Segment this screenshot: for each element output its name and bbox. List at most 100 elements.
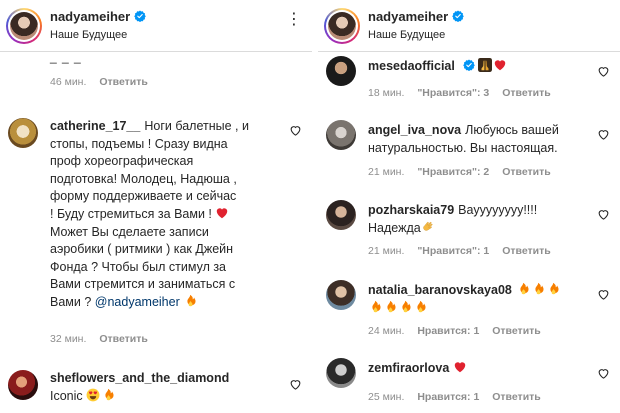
fire-emoji	[383, 300, 397, 314]
profile-avatar[interactable]	[6, 8, 42, 44]
comment-text-line: Ноги балетные , и	[144, 119, 249, 133]
avatar[interactable]	[326, 120, 356, 150]
reply-button[interactable]: Ответить	[502, 245, 551, 257]
comment-body: pozharskaia79 Вауууууууу!!!! Надежда	[368, 202, 588, 237]
comment-text-line: аэробики ( ритмики ) как Джейн	[50, 242, 234, 257]
comment-text-line: стопы, подъемы ! Сразу видна	[50, 136, 228, 151]
likes-count[interactable]: "Нравится": 2	[417, 166, 489, 178]
like-heart-icon[interactable]	[597, 367, 610, 380]
header-subtitle[interactable]: Наше Будущее	[50, 29, 127, 41]
avatar[interactable]	[8, 118, 38, 148]
comment-text-line: форму поддерживаете и сейчас	[50, 189, 237, 204]
comment-time: 24 мин.	[368, 325, 405, 337]
fire-emoji	[368, 300, 382, 314]
comment-time: 21 мин.	[368, 166, 405, 178]
likes-count[interactable]: "Нравится": 3	[417, 87, 489, 99]
like-heart-icon[interactable]	[597, 288, 610, 301]
mention-link[interactable]: @nadyameiher	[95, 295, 180, 309]
reply-button[interactable]: Ответить	[502, 87, 551, 99]
header-username-wrap[interactable]: nadyameiher	[50, 9, 146, 24]
comment-text-line: проф хореографическая	[50, 154, 194, 169]
likes-count[interactable]: Нравится: 1	[417, 391, 479, 403]
verified-badge-icon	[134, 10, 146, 22]
comment-username[interactable]: angel_iva_nova	[368, 123, 461, 137]
comment-text: Надежда	[368, 220, 421, 235]
comment-body: catherine_17__ Ноги балетные , и стопы, п…	[50, 118, 280, 312]
comment-username[interactable]: natalia_baranovskaya08	[368, 283, 512, 297]
heart-eyes-emoji	[86, 388, 100, 402]
comment-meta: 21 мин. "Нравится": 1 Ответить	[368, 245, 561, 257]
comment-text: Вауууууууу!!!!	[458, 203, 538, 217]
header-username[interactable]: nadyameiher	[368, 9, 448, 24]
comment-body: natalia_baranovskaya08	[368, 282, 588, 317]
comment-time: 25 мин.	[368, 391, 405, 403]
avatar[interactable]	[8, 370, 38, 400]
fire-emoji	[183, 294, 197, 308]
profile-avatar[interactable]	[324, 8, 360, 44]
fire-emoji	[531, 282, 545, 296]
verified-badge-icon	[452, 10, 464, 22]
comment-meta: 24 мин. Нравится: 1 Ответить	[368, 325, 551, 337]
red-heart-emoji	[215, 206, 229, 220]
avatar[interactable]	[326, 200, 356, 230]
comment-body: angel_iva_nova Любуюсь вашей натуральност…	[368, 122, 588, 157]
header-subtitle[interactable]: Наше Будущее	[368, 29, 445, 41]
comment-username[interactable]: pozharskaia79	[368, 203, 454, 217]
reply-button[interactable]: Ответить	[99, 76, 148, 88]
red-heart-emoji	[453, 360, 467, 374]
comment-meta: 32 мин. Ответить	[50, 333, 158, 345]
avatar[interactable]	[326, 280, 356, 310]
left-screenshot-panel: nadyameiher Наше Будущее ⋮ _ _ _ 46 мин.…	[0, 0, 312, 413]
fire-emoji	[546, 282, 560, 296]
like-heart-icon[interactable]	[289, 378, 302, 391]
post-header: nadyameiher Наше Будущее	[318, 0, 620, 52]
reply-button[interactable]: Ответить	[492, 391, 541, 403]
comment-body: sheflowers_and_the_diamond Iconic	[50, 370, 280, 405]
header-username[interactable]: nadyameiher	[50, 9, 130, 24]
comment-meta: 46 мин. Ответить	[50, 76, 158, 88]
truncated-comment-text: _ _ _	[50, 50, 82, 64]
fire-emoji	[413, 300, 427, 314]
like-heart-icon[interactable]	[597, 208, 610, 221]
fire-emoji	[398, 300, 412, 314]
comment-time: 21 мин.	[368, 245, 405, 257]
like-heart-icon[interactable]	[289, 124, 302, 137]
comment-username[interactable]: catherine_17__	[50, 119, 140, 133]
comment-username[interactable]: zemfiraorlova	[368, 361, 449, 375]
comment-text-line: Вами ?	[50, 294, 92, 309]
post-header: nadyameiher Наше Будущее ⋮	[0, 0, 312, 52]
comment-meta: 21 мин. "Нравится": 2 Ответить	[368, 166, 561, 178]
reply-button[interactable]: Ответить	[99, 333, 148, 345]
like-heart-icon[interactable]	[597, 128, 610, 141]
comment-meta: 25 мин. Нравится: 1 Ответить	[368, 391, 551, 403]
more-options-icon[interactable]: ⋮	[286, 12, 302, 28]
likes-count[interactable]: Нравится: 1	[417, 325, 479, 337]
comment-text-line: Вами стремится и заниматься с	[50, 277, 236, 292]
avatar[interactable]	[326, 56, 356, 86]
comment-text-line: подготовка! Молодец, Надюша ,	[50, 171, 237, 186]
comment-text: Iconic	[50, 388, 83, 403]
avatar[interactable]	[326, 358, 356, 388]
fire-emoji	[101, 388, 115, 402]
comment-text-line: Может Вы сделаете записи	[50, 224, 209, 239]
comment-username[interactable]: sheflowers_and_the_diamond	[50, 371, 229, 385]
comment-body: zemfiraorlova	[368, 360, 588, 378]
comment-text-line: ! Буду стремиться за Вами !	[50, 206, 212, 221]
clapping-hands-emoji	[421, 220, 435, 234]
like-heart-icon[interactable]	[597, 65, 610, 78]
comment-time: 46 мин.	[50, 76, 87, 88]
fire-emoji	[516, 282, 530, 296]
reply-button[interactable]: Ответить	[492, 325, 541, 337]
comment-meta: 18 мин. "Нравится": 3 Ответить	[368, 87, 561, 99]
header-username-wrap[interactable]: nadyameiher	[368, 9, 464, 24]
comment-body: mesedaofficial	[368, 58, 588, 76]
red-heart-emoji	[493, 58, 507, 72]
likes-count[interactable]: "Нравится": 1	[417, 245, 489, 257]
comment-time: 18 мин.	[368, 87, 405, 99]
comment-text-line: Фонда ? Чтобы был стимул за	[50, 259, 227, 274]
reply-button[interactable]: Ответить	[502, 166, 551, 178]
right-screenshot-panel: nadyameiher Наше Будущее mesedaofficial …	[318, 0, 620, 413]
comment-username[interactable]: mesedaofficial	[368, 59, 455, 73]
comment-time: 32 мин.	[50, 333, 87, 345]
praying-hands-emoji	[478, 58, 492, 72]
